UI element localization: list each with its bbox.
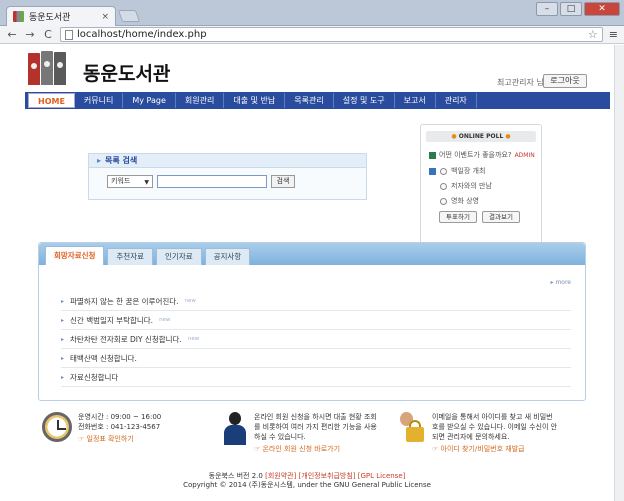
list-item[interactable]: ▸ 파멸하지 않는 한 꿈은 이루어진다. new [61, 292, 571, 311]
poll-radio[interactable] [440, 182, 447, 190]
page: 동운도서관 최고관리자 님 로그아웃 HOME 커뮤니티 My Page 회원관… [0, 45, 614, 501]
nav-mypage[interactable]: My Page [123, 93, 176, 108]
admin-username: 최고관리자 님 [497, 78, 544, 87]
post-list: ▸ 파멸하지 않는 한 꿈은 이루어진다. new ▸ 신간 백범일지 부탁합니다. n… [61, 292, 571, 387]
search-input[interactable] [157, 175, 267, 188]
nav-catalog[interactable]: 목록관리 [285, 93, 334, 108]
list-item[interactable]: ▸ 차탄차탄 전자회로 DIY 신청합니다. new [61, 330, 571, 349]
list-item[interactable]: ▸ 태백산맥 신청합니다. [61, 349, 571, 368]
nav-settings[interactable]: 설정 및 도구 [334, 93, 395, 108]
main-nav: HOME 커뮤니티 My Page 회원관리 대출 및 반납 목록관리 설정 및… [25, 92, 610, 109]
poll-question-text: 어떤 이벤트가 좋을까요? [439, 151, 512, 159]
bullet-icon: ▸ [61, 335, 65, 343]
list-item[interactable]: ▸ 신간 백범일지 부탁합니다. new [61, 311, 571, 330]
poll-option[interactable]: 백일장 개최 [429, 166, 485, 176]
search-button[interactable]: 검색 [271, 175, 295, 188]
poll-radio[interactable] [440, 197, 447, 205]
poll-option[interactable]: 저자와의 만남 [440, 181, 492, 191]
bullet-icon: ▸ [61, 373, 65, 381]
menu-icon[interactable]: ≡ [609, 28, 618, 41]
address-text[interactable]: localhost/home/index.php [77, 29, 584, 40]
browser-titlebar: 동운도서관 × – □ ✕ [0, 0, 624, 26]
search-panel-header: ▸ 목록 검색 [89, 154, 366, 168]
footer: 동운북스 버전 2.0 [회원약관] [개인정보취급방침] [GPL Licen… [0, 472, 614, 490]
bullet-icon: ▸ [61, 297, 65, 305]
more-link[interactable]: ▸ more [551, 279, 571, 286]
nav-community[interactable]: 커뮤니티 [75, 93, 124, 108]
nav-reports[interactable]: 보고서 [395, 93, 436, 108]
search-field-select[interactable]: 키워드 [107, 175, 153, 188]
logout-button[interactable]: 로그아웃 [543, 74, 587, 88]
maximize-button[interactable]: □ [560, 2, 582, 16]
nav-loans[interactable]: 대출 및 반납 [224, 93, 286, 108]
bullet-icon: ▸ [61, 316, 65, 324]
page-scrollbar[interactable] [614, 45, 624, 501]
results-button[interactable]: 결과보기 [482, 211, 520, 223]
poll-radio[interactable] [440, 167, 447, 175]
address-bar[interactable]: localhost/home/index.php ☆ [60, 27, 603, 42]
board-tab-bar: 희망자료신청 추천자료 인기자료 공지사항 [39, 243, 585, 265]
question-icon [429, 151, 436, 159]
member-icon [222, 412, 248, 446]
signup-link[interactable]: ☞ 온라인 회원 신청 바로가기 [254, 444, 377, 454]
bookmark-star-icon[interactable]: ☆ [588, 28, 598, 41]
browser-tab[interactable]: 동운도서관 × [6, 6, 116, 26]
site-title[interactable]: 동운도서관 [83, 59, 170, 86]
catalog-search-panel: ▸목록 검색 키워드 검색 [88, 153, 367, 200]
tab-popular[interactable]: 인기자료 [156, 248, 202, 265]
tab-requests[interactable]: 희망자료신청 [45, 246, 105, 265]
bullet-icon: ▸ [61, 354, 65, 362]
hours-info: 운영시간 : 09:00 ~ 16:00 전화번호 : 041-123-4567… [42, 412, 161, 444]
board-tabs-panel: 희망자료신청 추천자료 인기자료 공지사항 ▸ more ▸ 파멸하지 않는 한 … [38, 242, 586, 401]
back-icon[interactable]: ← [6, 28, 18, 41]
list-item[interactable]: ▸ 자료신청합니다 [61, 368, 571, 387]
poll-title: ● ONLINE POLL ● [426, 131, 536, 142]
vote-button[interactable]: 투표하기 [439, 211, 477, 223]
favicon-icon [13, 11, 24, 22]
close-tab-icon[interactable]: × [101, 12, 109, 22]
poll-option[interactable]: 영화 상영 [440, 196, 479, 206]
account-info: 이메일을 통해서 아이디를 찾고 새 비밀번 호를 받으실 수 있습니다. 이메… [396, 412, 557, 454]
minimize-button[interactable]: – [536, 2, 558, 16]
arrow-icon: ▸ [97, 156, 102, 165]
admin-tag: ADMIN [514, 151, 535, 159]
find-account-link[interactable]: ☞ 아이디 찾기/비밀번호 재발급 [432, 444, 557, 454]
poll-question: 어떤 이벤트가 좋을까요? ADMIN [429, 150, 535, 160]
window-controls: – □ ✕ [536, 2, 620, 16]
page-icon [65, 29, 73, 40]
signup-info: 온라인 회원 신청을 하시면 대출 현황 조회 를 비롯하여 여러 가지 편리한… [222, 412, 377, 454]
browser-toolbar: ← → C localhost/home/index.php ☆ ≡ [0, 26, 624, 44]
footer-copyright: Copyright © 2014 (주)동운시스템, under the GNU… [183, 481, 431, 489]
tab-title: 동운도서관 [29, 13, 71, 23]
forward-icon[interactable]: → [24, 28, 36, 41]
library-logo-icon[interactable] [28, 51, 66, 85]
footer-links[interactable]: [회원약관] [개인정보취급방침] [GPL License] [265, 472, 405, 480]
nav-home[interactable]: HOME [28, 93, 75, 108]
search-panel-title: 목록 검색 [105, 156, 138, 165]
footer-name: 동운북스 버전 2.0 [208, 472, 263, 480]
reload-icon[interactable]: C [42, 28, 54, 41]
clock-icon [42, 412, 72, 442]
nav-members[interactable]: 회원관리 [176, 93, 225, 108]
lock-icon [396, 412, 426, 444]
schedule-link[interactable]: ☞ 일정표 확인하기 [78, 434, 161, 444]
tab-notices[interactable]: 공지사항 [204, 248, 251, 265]
answer-icon [429, 167, 436, 175]
close-window-button[interactable]: ✕ [584, 2, 620, 16]
tab-recommended[interactable]: 추천자료 [107, 248, 154, 265]
nav-admin[interactable]: 관리자 [436, 93, 477, 108]
new-tab-button[interactable] [117, 10, 141, 22]
